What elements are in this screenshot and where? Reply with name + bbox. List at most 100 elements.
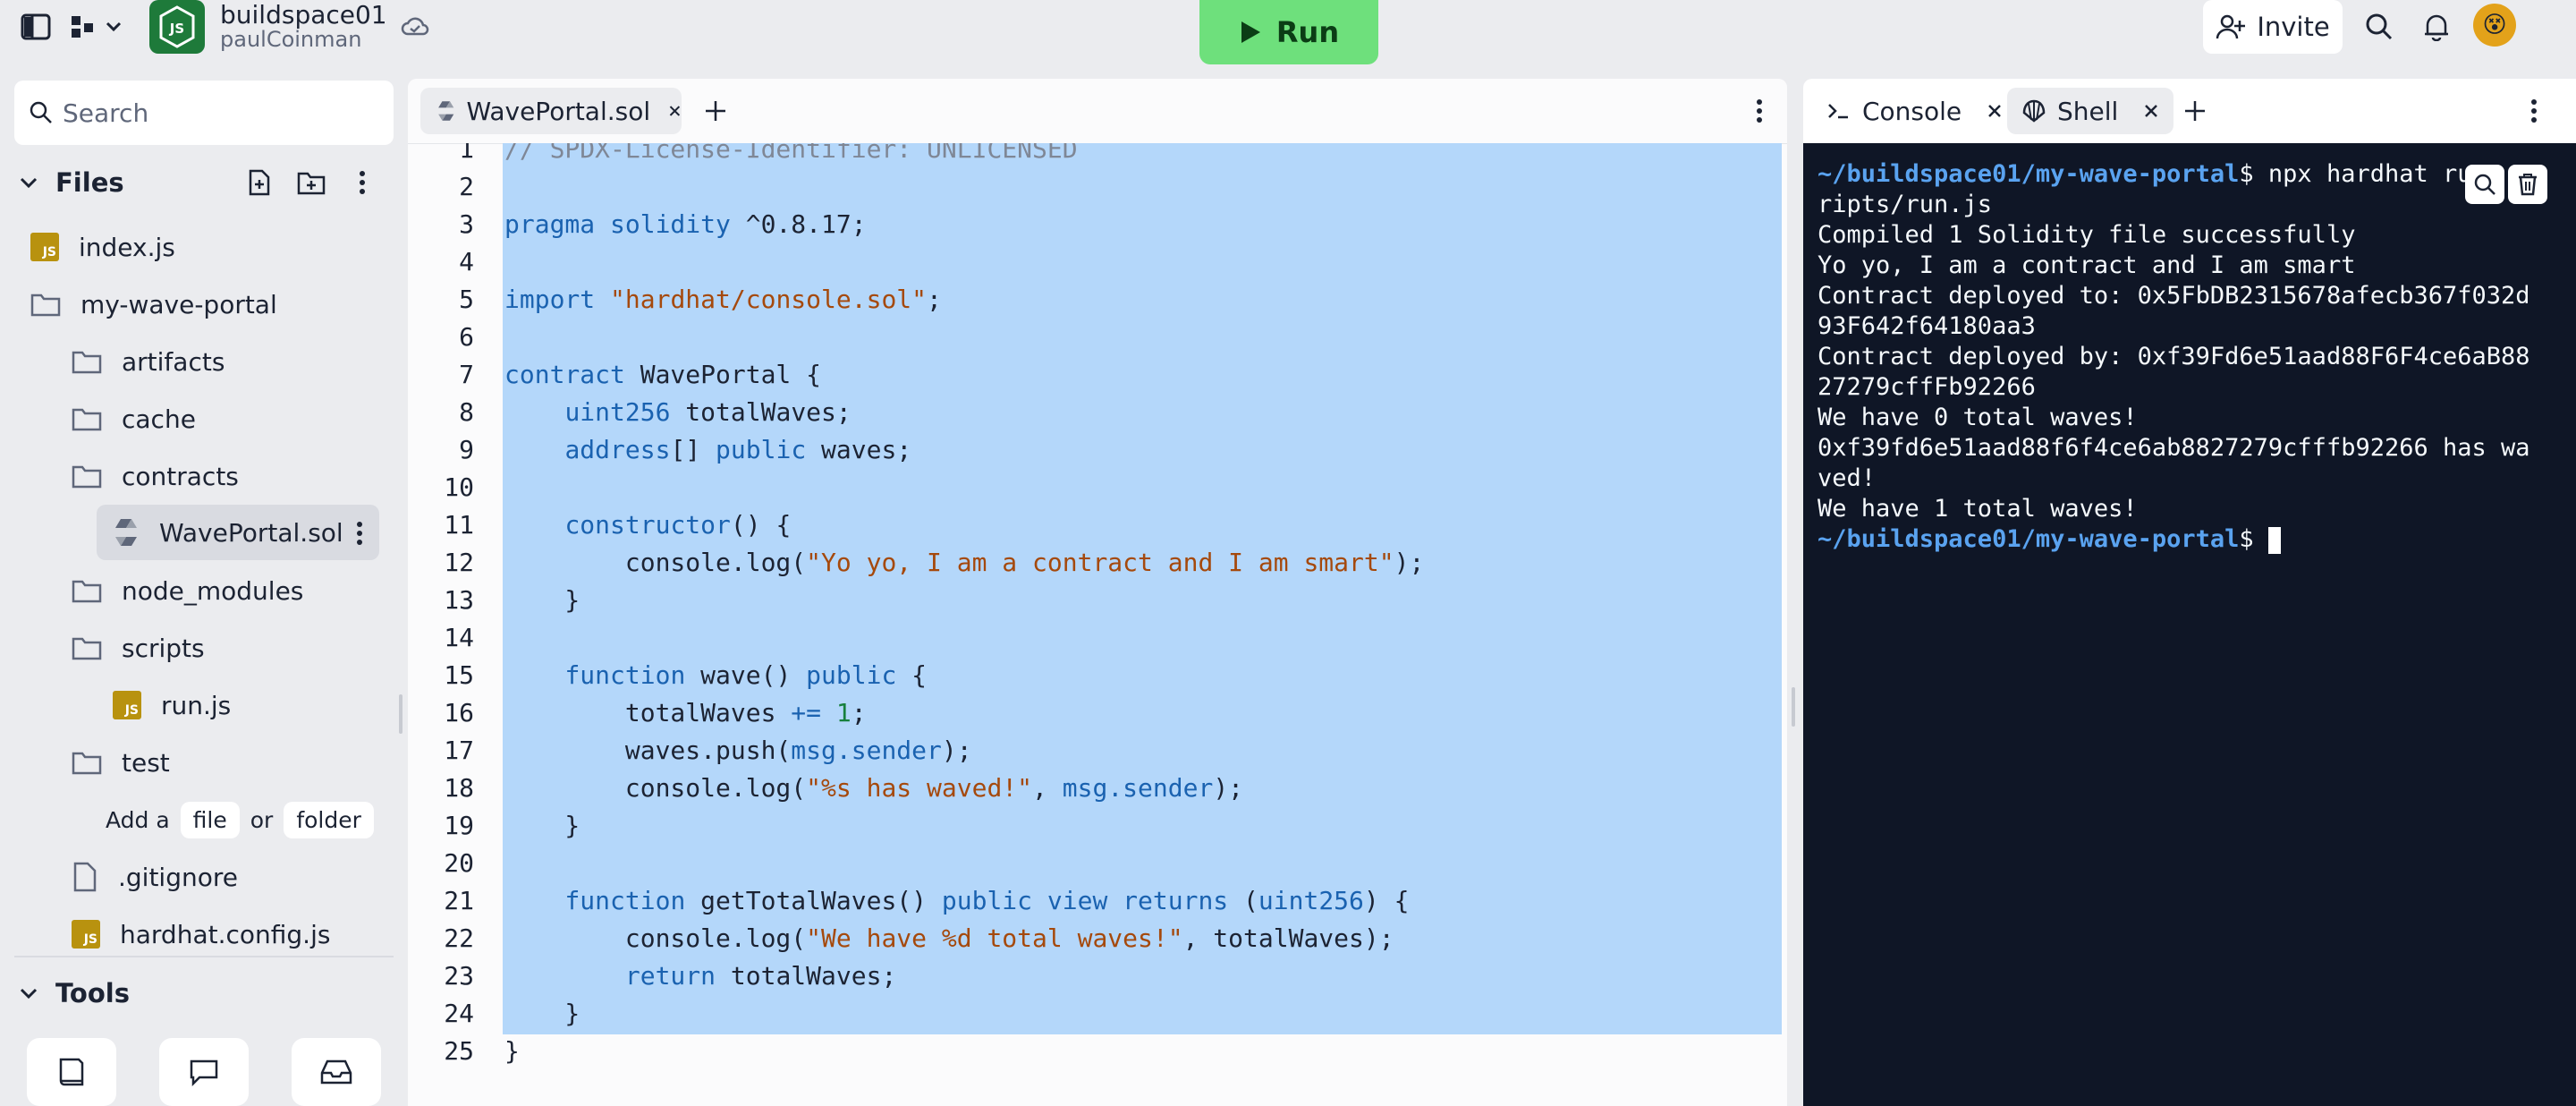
tree-item-my-wave-portal[interactable]: my-wave-portal [30,281,277,328]
add-file-button[interactable]: file [180,801,240,838]
add-user-icon [2216,14,2246,39]
tab-console[interactable]: Console [1816,88,2013,134]
tree-item-label: index.js [79,232,175,262]
terminal-line: Compiled 1 Solidity file successfully [1818,221,2356,249]
files-menu-icon[interactable] [349,166,376,199]
tree-item-hardhat-config-js[interactable]: JS hardhat.config.js [72,911,330,957]
tab-label: Console [1862,96,1962,126]
tree-item-label: artifacts [122,346,225,377]
book-icon [59,1058,84,1086]
cloud-sync-icon[interactable] [399,13,431,41]
tree-item-label: scripts [122,633,205,663]
invite-label: Invite [2257,12,2330,42]
terminal-line: Contract deployed by: 0xf39Fd6e51aad88F6… [1818,343,2530,370]
run-button[interactable]: Run [1199,0,1378,64]
files-label: Files [55,167,124,198]
chevron-down-icon [20,988,38,1000]
repl-name[interactable]: buildspace01 [220,0,387,30]
add-file-hint: Add a file or folder [106,796,374,843]
sidebar-toggle-icon[interactable] [16,11,55,43]
terminal-line: 0xf39fd6e51aad88f6f4ce6ab8827279cfffb922… [1818,434,2530,462]
tools-label: Tools [55,978,130,1008]
files-section-header[interactable]: Files [18,163,124,202]
add-hint-or: or [250,806,274,833]
tree-item-index-js[interactable]: JS index.js [30,224,175,270]
file-menu-icon[interactable] [349,515,370,551]
add-folder-button[interactable]: folder [284,801,374,838]
docs-tool-button[interactable] [27,1038,116,1106]
avatar[interactable]: 😵 [2473,4,2516,47]
shell-menu-icon[interactable] [2521,95,2547,127]
new-file-icon[interactable] [243,166,275,199]
tree-item-run-js[interactable]: JS run.js [113,682,231,728]
chevron-down-icon [20,177,38,189]
tree-item-label: hardhat.config.js [120,919,331,949]
tree-item-cache[interactable]: cache [72,396,196,442]
add-hint-prefix: Add a [106,806,170,833]
folder-icon [72,408,102,431]
code-area[interactable]: 1// SPDX-License-Identifier: UNLICENSED … [408,143,1787,1065]
bell-icon[interactable] [2419,9,2454,45]
folder-open-icon [72,752,102,775]
play-icon [1241,21,1260,43]
terminal-output[interactable]: ~/buildspace01/my-wave-portal$ npx hardh… [1803,143,2576,1106]
search-input[interactable]: Search [14,81,394,145]
tree-item-waveportal-sol[interactable]: WavePortal.sol [113,509,343,556]
tools-section-header[interactable]: Tools [18,974,130,1013]
run-label: Run [1275,15,1340,49]
tab-waveportal-sol[interactable]: WavePortal.sol [420,88,682,134]
tree-item-label: test [122,747,170,778]
inbox-icon [320,1059,352,1085]
tree-item-label: my-wave-portal [80,289,277,319]
tree-item-node-modules[interactable]: node_modules [72,567,303,614]
folder-open-icon [72,637,102,660]
tab-label: WavePortal.sol [466,96,651,126]
search-icon [30,101,52,123]
tree-item-contracts[interactable]: contracts [72,453,239,499]
folder-icon [30,294,61,317]
inbox-tool-button[interactable] [292,1038,381,1106]
chat-tool-button[interactable] [159,1038,249,1106]
terminal-line: We have 1 total waves! [1818,495,2138,523]
terminal-cursor [2267,526,2281,554]
file-icon [73,862,97,892]
tree-item-artifacts[interactable]: artifacts [72,338,225,385]
solidity-icon [438,101,454,121]
repl-owner[interactable]: paulCoinman [220,27,361,52]
pane-resize-handle[interactable] [1792,687,1795,727]
tree-item-scripts[interactable]: scripts [72,625,205,671]
search-placeholder: Search [63,98,149,128]
tree-item-label: WavePortal.sol [159,517,343,548]
folder-icon [72,351,102,374]
close-icon[interactable] [2143,103,2159,119]
close-icon[interactable] [668,103,682,119]
add-tab-icon[interactable] [2179,95,2211,127]
svg-text:JS: JS [169,21,184,37]
repl-logo[interactable]: JS [149,0,205,54]
tree-item-gitignore[interactable]: .gitignore [72,854,238,900]
tree-item-label: cache [122,404,196,434]
terminal-line: ripts/run.js [1818,191,1993,218]
add-tab-icon[interactable] [699,95,732,127]
terminal-prompt: ~/buildspace01/my-wave-portal [1818,525,2240,553]
close-icon[interactable] [1987,103,2003,119]
editor-menu-icon[interactable] [1746,95,1773,127]
workspace-menu-icon[interactable] [68,11,125,43]
terminal-line: ~/buildspace01/my-wave-portal$ [1818,524,2281,555]
terminal-search-icon[interactable] [2465,165,2504,204]
solidity-icon [115,519,137,546]
shell-icon [2022,99,2046,123]
tree-item-label: contracts [122,461,239,491]
invite-button[interactable]: Invite [2203,0,2343,54]
tree-item-test[interactable]: test [72,739,170,786]
terminal-command: $ npx hardhat ru [2239,160,2472,188]
folder-open-icon [72,465,102,489]
trash-icon[interactable] [2508,165,2547,204]
tree-item-label: node_modules [122,575,304,606]
search-icon[interactable] [2361,9,2397,45]
tab-shell[interactable]: Shell [2007,88,2174,134]
tree-item-label: run.js [161,690,232,720]
terminal-prompt: ~/buildspace01/my-wave-portal [1818,160,2240,188]
new-folder-icon[interactable] [295,166,327,199]
sidebar-resize-handle[interactable] [399,694,402,734]
